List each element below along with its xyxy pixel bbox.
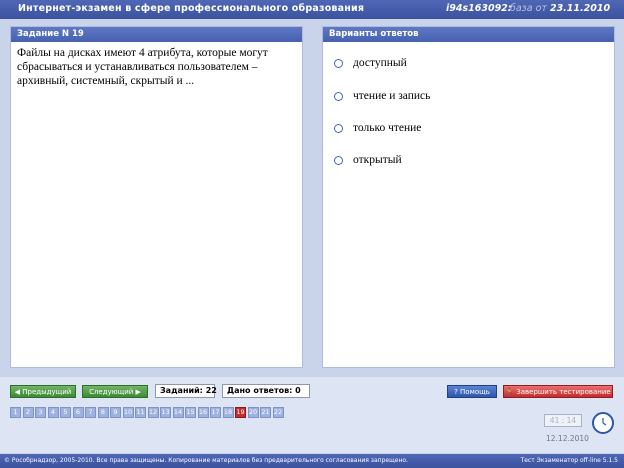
answer-option[interactable]: чтение и запись	[334, 90, 430, 102]
help-label: Помощь	[460, 388, 490, 396]
answers-panel: Варианты ответов доступный чтение и запи…	[322, 26, 615, 368]
answered-counter: Дано ответов: 0	[222, 384, 310, 398]
question-icon: ?	[454, 388, 458, 396]
task-number-button[interactable]: 4	[47, 407, 59, 418]
app-title: Интернет-экзамен в сфере профессионально…	[18, 3, 365, 14]
radio-icon[interactable]	[334, 58, 343, 68]
finish-label: Завершить тестирование	[516, 388, 611, 396]
task-number-button[interactable]: 14	[172, 407, 184, 418]
task-number-button[interactable]: 1	[10, 407, 21, 418]
base-date: 23.11.2010	[549, 3, 611, 14]
answer-option[interactable]: открытый	[334, 154, 402, 166]
radio-icon[interactable]	[334, 91, 343, 101]
base-date-label: база от 23.11.2010	[510, 3, 610, 14]
task-panel: Задание N 19 Файлы на дисках имеют 4 атр…	[10, 26, 303, 368]
task-title: Задание N 19	[11, 27, 302, 42]
task-number-button[interactable]: 6	[72, 407, 84, 418]
session-code: i94s163092:	[446, 3, 512, 14]
prev-button[interactable]: ◀ Предыдущий	[10, 385, 76, 398]
task-number-button[interactable]: 18	[222, 407, 234, 418]
task-number-button[interactable]: 8	[97, 407, 109, 418]
footer: © Рособрнадзор, 2005-2010. Все права защ…	[0, 454, 624, 468]
task-number-button[interactable]: 21	[260, 407, 271, 418]
task-number-button[interactable]: 20	[247, 407, 259, 418]
answers-title: Варианты ответов	[323, 27, 614, 42]
radio-icon[interactable]	[334, 155, 343, 165]
task-number-button[interactable]: 5	[60, 407, 71, 418]
task-number-button[interactable]: 16	[197, 407, 209, 418]
tasks-counter: Заданий: 22	[155, 384, 217, 398]
task-number-button[interactable]: 11	[135, 407, 146, 418]
task-number-button[interactable]: 15	[185, 407, 196, 418]
version-text: Тест Экзаменатор off-line 5.1.5	[520, 457, 618, 464]
answered-count: 0	[295, 386, 301, 395]
task-number-button[interactable]: 7	[85, 407, 96, 418]
answered-label: Дано ответов:	[227, 386, 293, 395]
answer-label: открытый	[353, 154, 402, 166]
task-number-strip: 1 2 3 4 5 6 7 8 9 10 11 12 13 14 15 16 17 18 19 20 21 22	[10, 407, 285, 418]
base-label: база от	[510, 3, 547, 14]
timer: 41 : 14	[544, 414, 582, 427]
help-button[interactable]: ? Помощь	[447, 385, 497, 398]
title-bar: Интернет-экзамен в сфере профессионально…	[0, 0, 624, 19]
copyright-text: © Рособрнадзор, 2005-2010. Все права защ…	[4, 457, 408, 464]
task-number-button[interactable]: 12	[147, 407, 159, 418]
prev-label: Предыдущий	[22, 388, 72, 396]
task-number-button[interactable]: 10	[122, 407, 134, 418]
arrow-right-icon: ▶	[135, 388, 141, 396]
task-number-button[interactable]: 19	[235, 407, 246, 418]
answer-label: доступный	[353, 57, 407, 69]
task-number-button[interactable]: 22	[272, 407, 284, 418]
clock-icon	[592, 412, 614, 434]
radio-icon[interactable]	[334, 123, 343, 133]
arrow-left-icon: ◀	[14, 388, 21, 396]
answer-label: только чтение	[353, 122, 422, 134]
next-button[interactable]: Следующий ▶	[82, 385, 148, 398]
tasks-label: Заданий:	[160, 386, 203, 395]
task-number-button[interactable]: 9	[110, 407, 121, 418]
task-number-button[interactable]: 3	[35, 407, 46, 418]
answer-option[interactable]: доступный	[334, 57, 407, 69]
next-label: Следующий	[89, 388, 134, 396]
current-date: 12.12.2010	[546, 434, 589, 443]
task-number-button[interactable]: 2	[22, 407, 34, 418]
answer-label: чтение и запись	[353, 90, 431, 102]
task-number-button[interactable]: 13	[160, 407, 171, 418]
clock-face	[602, 418, 607, 426]
running-man-icon: 🏃	[505, 388, 514, 396]
question-text: Файлы на дисках имеют 4 атрибута, которы…	[17, 47, 268, 87]
finish-button[interactable]: 🏃 Завершить тестирование	[503, 385, 613, 398]
task-number-button[interactable]: 17	[210, 407, 221, 418]
answer-option[interactable]: только чтение	[334, 122, 421, 134]
tasks-count: 22	[205, 386, 217, 395]
